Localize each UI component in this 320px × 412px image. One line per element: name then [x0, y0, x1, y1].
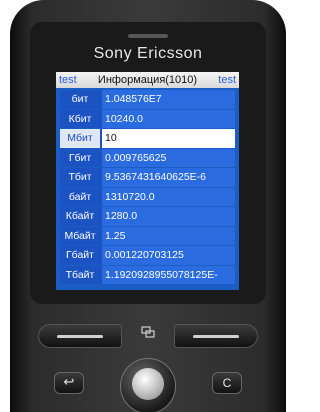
title-bar: test Информация(1010) test	[56, 72, 239, 88]
unit-label: Гбит	[68, 151, 92, 164]
unit-label: Гбайт	[66, 249, 94, 261]
back-arrow-icon[interactable]: ↩	[54, 372, 84, 394]
unit-label: байт	[68, 190, 92, 203]
speaker-grille	[128, 34, 168, 38]
conversion-row-gbit[interactable]: Гбит 0.009765625	[60, 148, 235, 167]
conversion-row-mbyte[interactable]: Мбайт 1.25	[60, 226, 235, 245]
conversion-row-mbit-selected[interactable]: Мбит 10	[60, 129, 235, 148]
unit-label: Кбит	[68, 112, 92, 125]
conversion-row-kbyte[interactable]: Кбайт 1280.0	[60, 207, 235, 226]
right-softkey-button[interactable]	[174, 324, 258, 348]
conversion-list: бит 1.048576E7 Кбит 10240.0 Мбит 10 Гбит…	[60, 90, 235, 285]
phone-screen: test Информация(1010) test бит 1.048576E…	[56, 72, 239, 290]
softkey-bar	[30, 318, 266, 358]
menu-icon[interactable]	[138, 324, 158, 344]
conversion-row-kbit[interactable]: Кбит 10240.0	[60, 109, 235, 128]
conversion-row-gbyte[interactable]: Гбайт 0.001220703125	[60, 246, 235, 265]
brand-logo: Sony Ericsson	[93, 45, 203, 62]
value-field[interactable]: 1.1920928955078125E-	[102, 265, 235, 284]
screen-title: Информация(1010)	[97, 74, 198, 86]
unit-label: Мбайт	[64, 229, 96, 242]
conversion-row-bit[interactable]: бит 1.048576E7	[60, 90, 235, 109]
value-field[interactable]: 0.009765625	[102, 148, 235, 167]
value-input[interactable]: 10	[102, 129, 235, 148]
value-field[interactable]: 1310720.0	[102, 187, 235, 206]
conversion-row-tbit[interactable]: Тбит 9.5367431640625E-6	[60, 168, 235, 187]
value-field[interactable]: 1.25	[102, 226, 235, 245]
unit-label: бит	[71, 93, 89, 105]
value-field[interactable]: 1280.0	[102, 207, 235, 226]
left-softkey-button[interactable]	[38, 324, 122, 348]
unit-label: Тбит	[68, 171, 92, 183]
right-softkey-label[interactable]: test	[218, 72, 236, 88]
conversion-row-tbyte[interactable]: Тбайт 1.1920928955078125E-	[60, 265, 235, 284]
unit-label: Мбит	[60, 129, 100, 148]
conversion-row-byte[interactable]: байт 1310720.0	[60, 187, 235, 206]
unit-label: Тбайт	[65, 268, 95, 281]
value-field[interactable]: 1.048576E7	[102, 90, 235, 109]
value-field[interactable]: 10240.0	[102, 109, 235, 128]
clear-button[interactable]: C	[212, 372, 242, 394]
value-field[interactable]: 9.5367431640625E-6	[102, 168, 235, 187]
unit-label: Кбайт	[65, 210, 95, 222]
value-field[interactable]: 0.001220703125	[102, 246, 235, 265]
navigation-center-button[interactable]	[132, 368, 164, 400]
menu-icon-glyph	[141, 326, 155, 338]
